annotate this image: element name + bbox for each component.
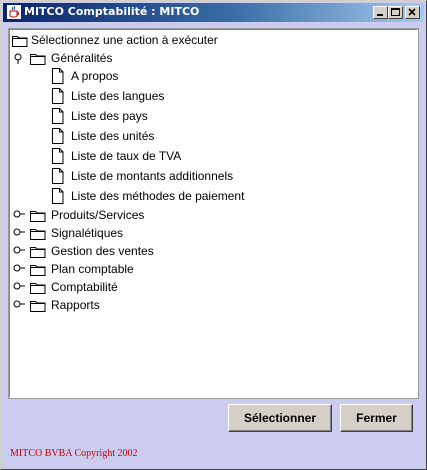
tree-group-label: Gestion des ventes bbox=[51, 244, 154, 258]
minimize-button[interactable] bbox=[373, 6, 388, 19]
tree-group-comptabilite[interactable]: Comptabilité bbox=[11, 278, 401, 296]
action-tree[interactable]: Sélectionnez une action à exécuter Génér… bbox=[8, 28, 419, 399]
select-button[interactable]: Sélectionner bbox=[228, 404, 332, 432]
tree-root[interactable]: Sélectionnez une action à exécuter bbox=[11, 31, 401, 49]
document-icon bbox=[52, 108, 64, 124]
tree-leaf[interactable]: Liste des méthodes de paiement bbox=[11, 187, 401, 205]
folder-icon bbox=[30, 211, 46, 222]
maximize-icon bbox=[391, 8, 400, 16]
tree-group-produits-services[interactable]: Produits/Services bbox=[11, 206, 401, 224]
tree-group-label: Rapports bbox=[51, 298, 100, 312]
window-title: MITCO Comptabilité : MITCO bbox=[24, 5, 200, 18]
title-bar[interactable]: MITCO Comptabilité : MITCO bbox=[3, 3, 424, 22]
tree-group-label: Signalétiques bbox=[51, 226, 124, 240]
tree-group-signaletiques[interactable]: Signalétiques bbox=[11, 224, 401, 242]
app-window: MITCO Comptabilité : MITCO Sélectionnez … bbox=[0, 0, 427, 470]
tree-leaf-label: Liste des langues bbox=[71, 89, 165, 103]
tree-leaf-label: Liste des pays bbox=[71, 109, 148, 123]
tree-leaf[interactable]: Liste de taux de TVA bbox=[11, 147, 401, 165]
folder-icon bbox=[30, 229, 46, 240]
maximize-button[interactable] bbox=[388, 6, 403, 19]
tree-leaf[interactable]: Liste des langues bbox=[11, 87, 401, 105]
collapsed-toggle-icon[interactable] bbox=[13, 228, 26, 238]
copyright-notice: MITCO BVBA Copyright 2002 bbox=[10, 448, 138, 459]
document-icon bbox=[52, 148, 64, 164]
tree-group-label: Généralités bbox=[51, 51, 113, 65]
folder-icon bbox=[30, 247, 46, 258]
document-icon bbox=[52, 128, 64, 144]
tree-leaf-label: Liste des unités bbox=[71, 129, 155, 143]
document-icon bbox=[52, 188, 64, 204]
document-icon bbox=[52, 68, 64, 84]
tree-group-label: Produits/Services bbox=[51, 208, 145, 222]
folder-icon bbox=[30, 301, 46, 312]
tree-leaf[interactable]: Liste des pays bbox=[11, 107, 401, 125]
tree-leaf-label: A propos bbox=[71, 69, 119, 83]
tree-group-label: Comptabilité bbox=[51, 280, 118, 294]
collapsed-toggle-icon[interactable] bbox=[13, 264, 26, 274]
tree-root-label: Sélectionnez une action à exécuter bbox=[31, 33, 218, 47]
tree-group-label: Plan comptable bbox=[51, 262, 134, 276]
folder-icon bbox=[30, 54, 46, 65]
tree-leaf[interactable]: A propos bbox=[11, 67, 401, 85]
close-dialog-button[interactable]: Fermer bbox=[340, 404, 413, 432]
collapsed-toggle-icon[interactable] bbox=[13, 246, 26, 256]
folder-icon bbox=[30, 283, 46, 294]
tree-group-rapports[interactable]: Rapports bbox=[11, 296, 401, 314]
tree-group-generalites[interactable]: Généralités bbox=[11, 49, 401, 67]
tree-leaf[interactable]: Liste de montants additionnels bbox=[11, 167, 401, 185]
collapsed-toggle-icon[interactable] bbox=[13, 282, 26, 292]
tree-leaf[interactable]: Liste des unités bbox=[11, 127, 401, 145]
tree-group-plan-comptable[interactable]: Plan comptable bbox=[11, 260, 401, 278]
tree-leaf-label: Liste de montants additionnels bbox=[71, 169, 234, 183]
document-icon bbox=[52, 88, 64, 104]
close-button[interactable] bbox=[405, 6, 420, 19]
close-icon bbox=[408, 8, 416, 16]
folder-icon bbox=[30, 265, 46, 276]
tree-leaf-label: Liste de taux de TVA bbox=[71, 149, 182, 163]
folder-icon bbox=[12, 36, 28, 47]
expanded-toggle-icon[interactable] bbox=[14, 53, 24, 65]
tree-group-gestion-des-ventes[interactable]: Gestion des ventes bbox=[11, 242, 401, 260]
collapsed-toggle-icon[interactable] bbox=[13, 210, 26, 220]
document-icon bbox=[52, 168, 64, 184]
minimize-icon bbox=[377, 14, 383, 16]
java-cup-icon[interactable] bbox=[7, 5, 21, 19]
collapsed-toggle-icon[interactable] bbox=[13, 300, 26, 310]
tree-leaf-label: Liste des méthodes de paiement bbox=[71, 189, 245, 203]
